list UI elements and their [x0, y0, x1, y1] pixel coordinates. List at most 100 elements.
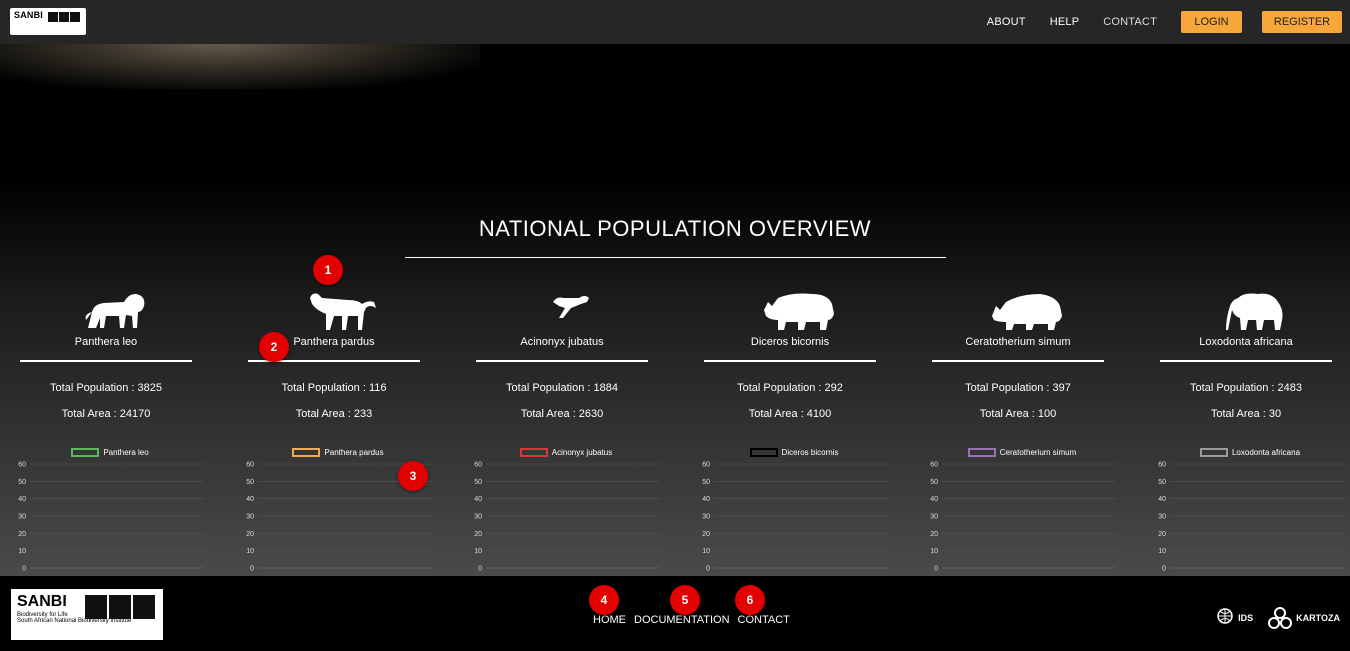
nav-about[interactable]: ABOUT: [987, 16, 1026, 28]
legend-label: Diceros bicornis: [781, 448, 839, 457]
legend-swatch: [71, 448, 100, 457]
chart-legend[interactable]: Panthera leo: [20, 448, 200, 457]
chart-y-tick-label: 40: [246, 496, 254, 503]
species-divider: [704, 360, 876, 362]
chart-y-tick-label: 50: [18, 479, 26, 486]
marker-1: 1: [313, 255, 343, 285]
total-area: Total Area : 233: [295, 408, 373, 420]
login-button[interactable]: LOGIN: [1181, 11, 1242, 33]
ids-icon: [1217, 608, 1233, 624]
top-navbar: SANBI ABOUT HELP CONTACT LOGIN REGISTER: [0, 0, 1350, 44]
chart-legend[interactable]: Loxodonta africana: [1160, 448, 1340, 457]
footer-home-link[interactable]: HOME: [593, 614, 626, 626]
footer-links: HOME DOCUMENTATION CONTACT: [593, 614, 798, 626]
nav-contact[interactable]: CONTACT: [1103, 16, 1157, 28]
lion-icon: [80, 290, 150, 337]
total-area: Total Area : 30: [1210, 408, 1282, 420]
species-card: Acinonyx jubatus Total Population : 1884 T…: [474, 288, 666, 578]
chart-y-tick-label: 0: [1162, 566, 1166, 573]
population-chart: 60 50 40 30 20 10 0: [702, 462, 888, 573]
chart-y-tick-label: 0: [934, 566, 938, 573]
chart-y-tick-label: 30: [246, 514, 254, 521]
sanbi-logo[interactable]: SANBI: [10, 8, 86, 35]
kartoza-icon: [1268, 607, 1293, 629]
total-population: Total Population : 292: [737, 382, 843, 394]
chart-y-tick-label: 50: [702, 479, 710, 486]
marker-4: 4: [589, 585, 619, 615]
chart-y-tick-label: 50: [474, 479, 482, 486]
chart-legend[interactable]: Ceratotherium simum: [932, 448, 1112, 457]
legend-label: Acinonyx jubatus: [551, 448, 613, 457]
sanbi-footer-logo[interactable]: SANBI Biodiversity for Life South Africa…: [11, 589, 163, 640]
ids-logo[interactable]: IDS: [1215, 606, 1253, 630]
chart-y-tick-label: 60: [246, 462, 254, 469]
legend-swatch: [519, 448, 548, 457]
kartoza-logo[interactable]: KARTOZA: [1267, 606, 1340, 630]
species-divider: [476, 360, 648, 362]
chart-y-tick-label: 60: [1158, 462, 1166, 469]
chart-y-tick-label: 10: [1158, 548, 1166, 555]
chart-legend[interactable]: Panthera pardus: [248, 448, 428, 457]
total-population: Total Population : 397: [965, 382, 1071, 394]
legend-label: Panthera pardus: [324, 448, 384, 457]
footer-documentation-link[interactable]: DOCUMENTATION: [634, 614, 730, 626]
species-name: Panthera leo: [74, 336, 138, 348]
total-population: Total Population : 3825: [50, 382, 162, 394]
chart-y-tick-label: 50: [246, 479, 254, 486]
population-chart: 60 50 40 30 20 10 0: [1158, 462, 1344, 573]
population-chart: 60 50 40 30 20 10 0: [18, 462, 204, 573]
partner-logos: IDS KARTOZA: [1215, 606, 1340, 630]
species-name: Loxodonta africana: [1199, 336, 1293, 348]
nav-help[interactable]: HELP: [1050, 16, 1080, 28]
chart-y-tick-label: 50: [1158, 479, 1166, 486]
chart-y-tick-label: 20: [246, 531, 254, 538]
marker-5: 5: [670, 585, 700, 615]
footer-contact-link[interactable]: CONTACT: [738, 614, 790, 626]
chart-y-tick-label: 20: [18, 531, 26, 538]
footer-logo-icons: [85, 595, 155, 619]
chart-y-tick-label: 0: [250, 566, 254, 573]
chart-y-tick-label: 40: [702, 496, 710, 503]
species-name: Ceratotherium simum: [965, 336, 1071, 348]
total-area: Total Area : 24170: [61, 408, 151, 420]
chart-y-tick-label: 40: [1158, 496, 1166, 503]
chart-y-tick-label: 10: [702, 548, 710, 555]
legend-swatch: [292, 448, 321, 457]
species-card: Panthera leo Total Population : 3825 Total…: [18, 288, 210, 578]
total-population: Total Population : 2483: [1190, 382, 1302, 394]
chart-y-tick-label: 40: [930, 496, 938, 503]
legend-label: Loxodonta africana: [1231, 448, 1301, 457]
cheetah-icon: [549, 290, 593, 327]
chart-y-tick-label: 0: [22, 566, 26, 573]
legend-swatch: [749, 448, 778, 457]
section-title: NATIONAL POPULATION OVERVIEW: [478, 216, 872, 241]
chart-legend[interactable]: Diceros bicornis: [704, 448, 884, 457]
chart-y-tick-label: 0: [478, 566, 482, 573]
black-rhino-icon: [762, 290, 836, 337]
total-population: Total Population : 116: [281, 382, 387, 394]
chart-y-tick-label: 0: [706, 566, 710, 573]
chart-y-tick-label: 10: [246, 548, 254, 555]
logo-animal-icons: [48, 12, 80, 22]
chart-y-tick-label: 50: [930, 479, 938, 486]
chart-y-tick-label: 60: [474, 462, 482, 469]
species-name: Acinonyx jubatus: [520, 336, 604, 348]
hero-image: [0, 44, 480, 89]
population-chart: 60 50 40 30 20 10 0: [930, 462, 1116, 573]
species-name: Diceros bicornis: [750, 336, 830, 348]
legend-swatch: [1199, 448, 1228, 457]
chart-y-tick-label: 40: [474, 496, 482, 503]
chart-y-tick-label: 40: [18, 496, 26, 503]
chart-y-tick-label: 30: [702, 514, 710, 521]
legend-label: Ceratotherium simum: [999, 448, 1077, 457]
register-button[interactable]: REGISTER: [1262, 11, 1342, 33]
title-divider: [405, 257, 946, 258]
total-population: Total Population : 1884: [506, 382, 618, 394]
chart-y-tick-label: 30: [18, 514, 26, 521]
species-card: Ceratotherium simum Total Population : 39…: [930, 288, 1122, 578]
total-area: Total Area : 2630: [520, 408, 604, 420]
chart-legend[interactable]: Acinonyx jubatus: [476, 448, 656, 457]
elephant-icon: [1224, 290, 1286, 337]
population-chart: 60 50 40 30 20 10 0: [474, 462, 660, 573]
legend-label: Panthera leo: [103, 448, 149, 457]
